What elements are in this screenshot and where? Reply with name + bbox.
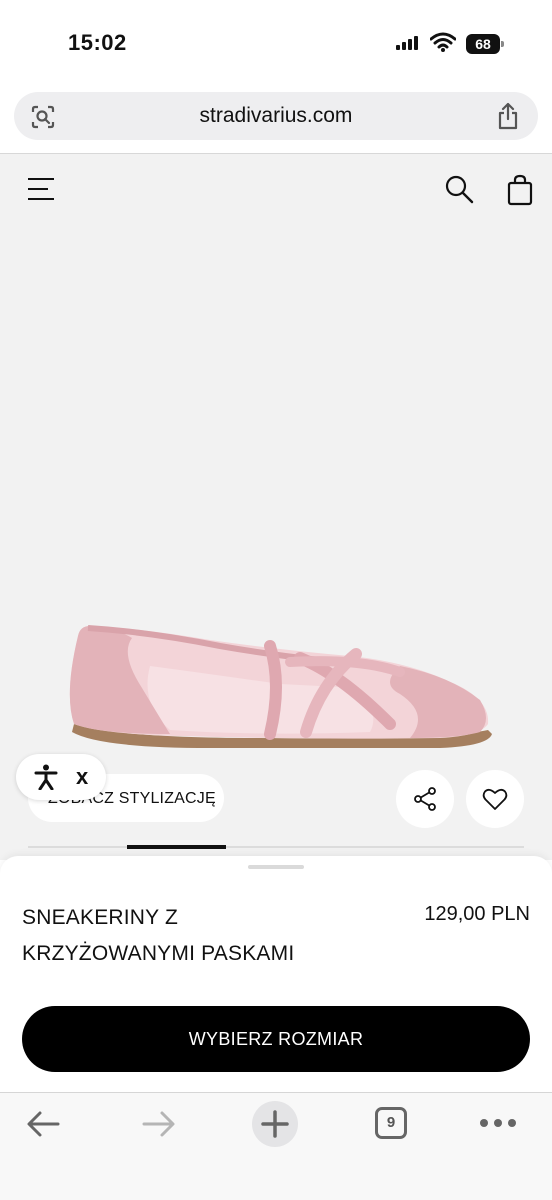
share-icon	[414, 787, 436, 811]
signal-icon	[396, 36, 420, 50]
forward-arrow-icon[interactable]	[142, 1109, 176, 1139]
address-bar[interactable]: stradivarius.com	[14, 92, 538, 140]
search-icon[interactable]	[444, 174, 474, 204]
accessibility-widget[interactable]: x	[16, 754, 106, 800]
select-size-button[interactable]: WYBIERZ ROZMIAR	[22, 1006, 530, 1072]
battery-level: 68	[466, 34, 500, 54]
site-header	[0, 154, 552, 224]
accessibility-icon[interactable]	[34, 764, 58, 790]
favorite-button[interactable]	[466, 770, 524, 828]
sheet-handle[interactable]	[248, 865, 304, 869]
product-name: SNEAKERINY Z KRZYŻOWANYMI PASKAMI	[22, 900, 362, 972]
back-arrow-icon[interactable]	[26, 1109, 60, 1139]
share-icon[interactable]	[496, 102, 520, 130]
gallery-progress-fill	[127, 845, 227, 849]
product-price: 129,00 PLN	[424, 903, 530, 925]
bag-icon[interactable]	[506, 174, 534, 206]
browser-toolbar: 9	[0, 1092, 552, 1200]
menu-icon[interactable]	[28, 178, 54, 202]
tabs-icon[interactable]: 9	[375, 1107, 407, 1139]
status-bar: 15:02 68	[0, 0, 552, 88]
new-tab-button[interactable]	[252, 1101, 298, 1147]
product-image	[69, 625, 492, 748]
status-time: 15:02	[68, 30, 127, 55]
heart-icon	[482, 788, 508, 810]
battery-icon: 68	[466, 34, 504, 54]
more-icon[interactable]	[480, 1119, 516, 1127]
url-text: stradivarius.com	[199, 104, 353, 127]
accessibility-close-button[interactable]: x	[76, 764, 88, 790]
gallery-progress	[28, 845, 524, 849]
wifi-icon	[430, 32, 456, 52]
product-name-line-1: SNEAKERINY Z	[22, 906, 179, 929]
share-button[interactable]	[396, 770, 454, 828]
product-info-sheet[interactable]: SNEAKERINY Z KRZYŻOWANYMI PASKAMI 129,00…	[0, 856, 552, 1092]
product-name-line-2: KRZYŻOWANYMI PASKAMI	[22, 942, 295, 965]
plus-icon	[261, 1110, 289, 1138]
product-gallery[interactable]: ZOBACZ STYLIZACJĘ x	[0, 154, 552, 860]
